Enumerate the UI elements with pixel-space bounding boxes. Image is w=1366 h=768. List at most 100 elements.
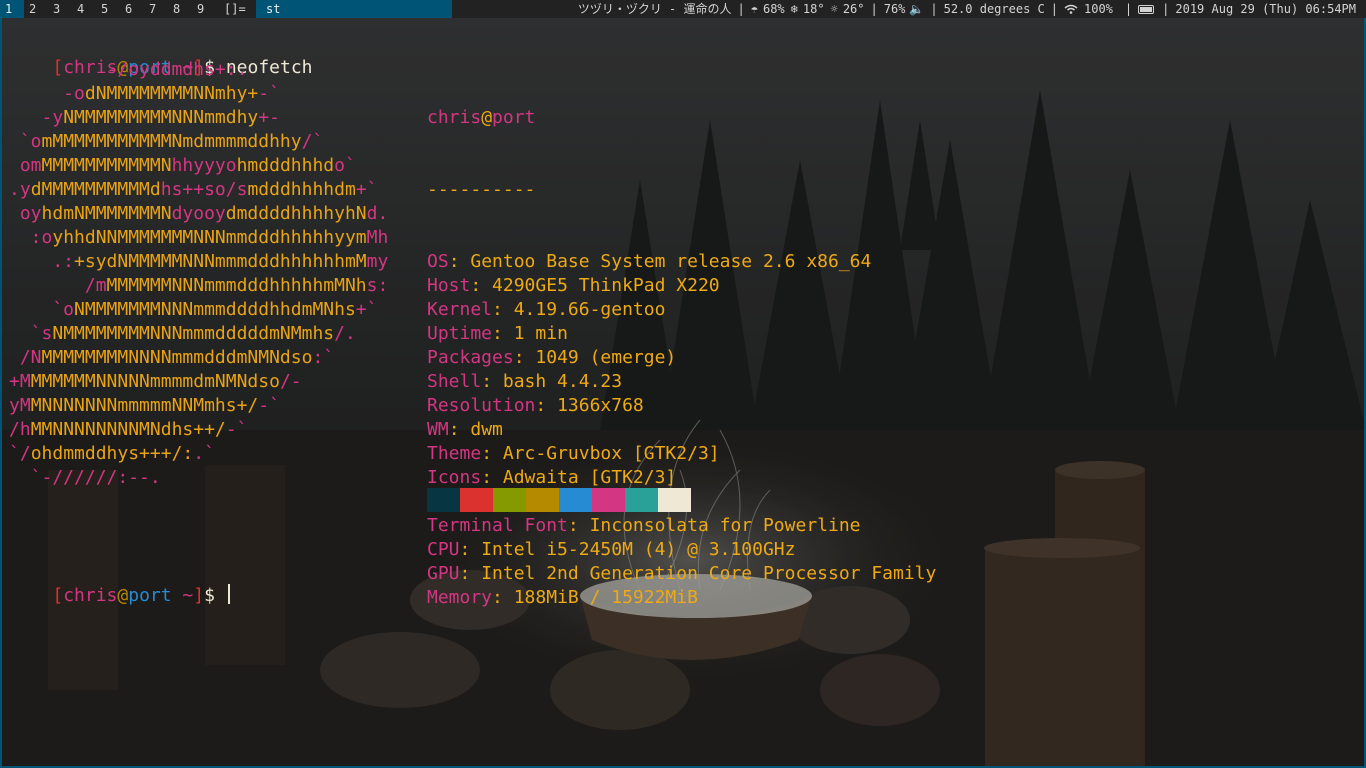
info-row: Resolution: 1366x768	[427, 394, 936, 418]
logo-segment: NMMMMMMMNNNmmmddddhhdmMNhs	[74, 299, 356, 320]
logo-segment: MMMMMMMMMMMN	[41, 155, 172, 176]
info-rows: OS: Gentoo Base System release 2.6 x86_6…	[427, 250, 936, 610]
temp-low-value: 18°	[802, 2, 825, 16]
prompt-path: ~	[171, 585, 194, 606]
tag-9[interactable]: 9	[192, 0, 216, 18]
tag-6[interactable]: 6	[120, 0, 144, 18]
prompt-at: @	[117, 585, 129, 606]
info-key: Theme	[427, 443, 482, 464]
logo-segment: NMMMMMMMMMNNNmmdhy	[63, 107, 259, 128]
info-value: Adwaita [GTK2/3]	[502, 467, 677, 488]
logo-segment: `s	[9, 323, 53, 344]
window-title: st	[256, 0, 452, 18]
tag-4[interactable]: 4	[72, 0, 96, 18]
logo-segment: /N	[9, 347, 42, 368]
logo-segment: dyooy	[171, 203, 226, 224]
logo-segment: +`	[355, 299, 378, 320]
prompt-dollar: $	[204, 585, 226, 606]
logo-segment: dmddddhhhhyhN	[225, 203, 367, 224]
info-key: Resolution	[427, 395, 536, 416]
info-value: 1366x768	[557, 395, 644, 416]
cpu-temp-value: 52.0 degrees C	[943, 2, 1045, 16]
logo-row: `omMMMMMMMMMMMNmdmmmmddhhy/`	[9, 130, 388, 154]
logo-segment: :`	[312, 347, 335, 368]
tag-3[interactable]: 3	[48, 0, 72, 18]
info-colon: :	[448, 419, 471, 440]
info-row: GPU: Intel 2nd Generation Core Processor…	[427, 562, 936, 586]
logo-row: oyhdmNMMMMMMMNdyooydmddddhhhhyhNd.	[9, 202, 389, 226]
info-key: Uptime	[427, 323, 493, 344]
logo-segment: mMMMMMMMMMMMNmdmmmmddhhy	[41, 131, 302, 152]
logo-segment: -`	[258, 83, 280, 104]
logo-segment: my	[366, 251, 389, 272]
volume-value: 76%	[883, 2, 906, 16]
wifi-value: 100%	[1084, 2, 1113, 16]
info-colon: :	[481, 371, 503, 392]
logo-segment: hhyyyo	[171, 155, 237, 176]
logo-segment: -y	[9, 107, 64, 128]
logo-segment: om	[9, 155, 42, 176]
tag-1[interactable]: 1	[0, 0, 24, 18]
info-row: Host: 4290GE5 ThinkPad X220	[427, 274, 936, 298]
logo-segment: `o	[9, 131, 42, 152]
tag-5[interactable]: 5	[96, 0, 120, 18]
info-value: 4290GE5 ThinkPad X220	[492, 275, 720, 296]
logo-segment: .:	[9, 251, 75, 272]
info-value: Intel 2nd Generation Core Processor Fami…	[481, 563, 937, 584]
tag-8[interactable]: 8	[168, 0, 192, 18]
info-colon: :	[448, 251, 471, 272]
info-value: Gentoo Base System release 2.6 x86_64	[470, 251, 872, 272]
current-prompt-line[interactable]: [chris@port ~]$	[9, 560, 230, 632]
logo-segment: MMNNNNNNNNMNdhs++/	[30, 419, 226, 440]
color-swatch	[460, 488, 493, 512]
logo-segment: dNMMMMMMMMNNmhy+	[84, 83, 259, 104]
info-value: Intel i5-2450M (4) @ 3.100GHz	[481, 539, 796, 560]
logo-row: :oyhhdNNMMMMMMMNNNmmdddhhhhhyymMh	[9, 226, 389, 250]
info-value: dwm	[470, 419, 503, 440]
info-key: Icons	[427, 467, 482, 488]
info-key: Terminal Font	[427, 515, 568, 536]
logo-segment: ohdmmddhys+++/:	[30, 443, 194, 464]
datetime: 2019 Aug 29 (Thu) 06:54PM	[1175, 2, 1356, 16]
tag-7[interactable]: 7	[144, 0, 168, 18]
tag-2[interactable]: 2	[24, 0, 48, 18]
logo-segment: -/oyddmdhs+:.	[9, 59, 248, 80]
info-row: OS: Gentoo Base System release 2.6 x86_6…	[427, 250, 936, 274]
logo-segment: +M	[9, 371, 31, 392]
info-colon: :	[492, 323, 514, 344]
logo-row: `sNMMMMMMMMNNNmmmdddddmNMmhs/.	[9, 322, 388, 346]
logo-segment: MMMMMMMMNNNNmmmdddmNMNdso	[41, 347, 313, 368]
logo-segment: yhhdNNMMMMMMMNNNmmdddhhhhhyym	[52, 227, 367, 248]
prompt-bracket-close: ]	[193, 585, 205, 606]
logo-segment: -`	[225, 419, 248, 440]
info-key: Kernel	[427, 299, 493, 320]
wifi-icon	[1064, 4, 1078, 14]
info-value: 1049 (emerge)	[535, 347, 677, 368]
separator: |	[870, 2, 878, 16]
logo-row: `-//////:--.	[9, 466, 388, 490]
info-user: chris	[427, 107, 482, 128]
info-row: Kernel: 4.19.66-gentoo	[427, 298, 936, 322]
layout-indicator[interactable]: []=	[224, 0, 256, 18]
logo-segment: `-//////:--.	[9, 467, 161, 488]
info-row: WM: dwm	[427, 418, 936, 442]
info-row: Terminal Font: Inconsolata for Powerline	[427, 514, 936, 538]
logo-segment: oy	[9, 203, 42, 224]
info-row: Uptime: 1 min	[427, 322, 936, 346]
logo-segment: /-	[279, 371, 302, 392]
logo-segment: Mh	[366, 227, 389, 248]
logo-segment: +`	[355, 179, 378, 200]
logo-row: -yNMMMMMMMMMNNNmmdhy+-	[9, 106, 388, 130]
logo-segment: mdddhhhhdm	[247, 179, 356, 200]
info-key: OS	[427, 251, 449, 272]
info-row: Memory: 188MiB / 15922MiB	[427, 586, 936, 610]
logo-segment: /.	[334, 323, 356, 344]
logo-segment: s:	[366, 275, 389, 296]
logo-row: omMMMMMMMMMMMNhhyyyohmdddhhhdo`	[9, 154, 388, 178]
info-key: Shell	[427, 371, 482, 392]
logo-segment: /`	[301, 131, 324, 152]
info-colon: :	[492, 587, 514, 608]
logo-segment: hmdddhhhd	[236, 155, 335, 176]
terminal-window[interactable]: [chris@port ~]$ neofetch -/oyddmdhs+:. -…	[0, 18, 1366, 768]
snowflake-icon: ❄	[790, 2, 798, 16]
